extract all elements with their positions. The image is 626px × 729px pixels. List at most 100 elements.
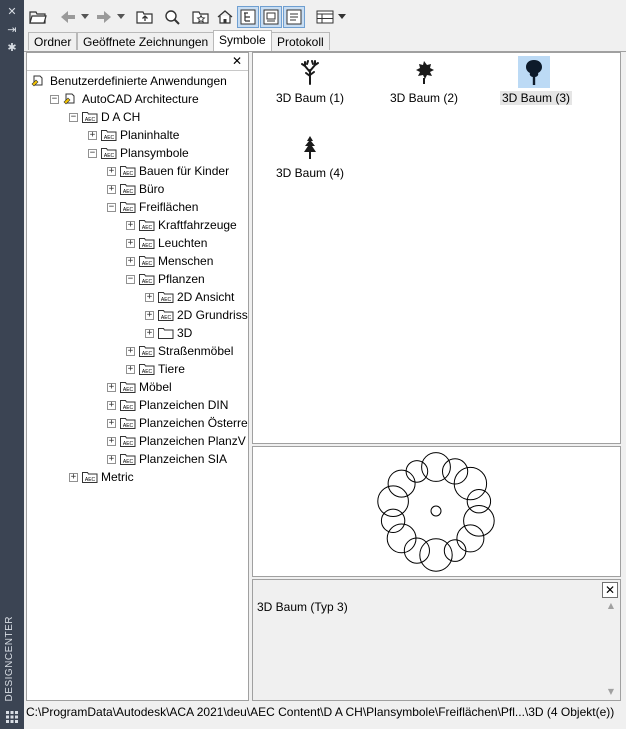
expand-icon[interactable]: + bbox=[107, 400, 116, 410]
symbol-item[interactable]: 3D Baum (4) bbox=[262, 130, 358, 188]
expand-icon[interactable]: + bbox=[107, 454, 116, 464]
auto-hide-icon[interactable]: ⇥ bbox=[5, 24, 19, 36]
expand-icon[interactable]: + bbox=[126, 256, 135, 266]
svg-text:AEC: AEC bbox=[123, 459, 134, 465]
tree-item-label: Benutzerdefinierte Anwendungen bbox=[50, 74, 227, 88]
tree-item[interactable]: + AEC Planzeichen PlanzV 90 bbox=[107, 432, 248, 450]
tree-item[interactable]: + AEC Möbel bbox=[107, 378, 172, 396]
aec-folder-icon: AEC bbox=[120, 184, 136, 195]
views-dropdown[interactable] bbox=[336, 6, 348, 28]
collapse-icon[interactable]: − bbox=[69, 112, 78, 122]
expand-icon[interactable]: + bbox=[126, 364, 135, 374]
collapse-icon[interactable]: − bbox=[50, 94, 59, 104]
tree-item[interactable]: Benutzerdefinierte Anwendungen bbox=[31, 72, 227, 90]
expand-icon[interactable]: + bbox=[145, 310, 154, 320]
tab-geoeffnete-zeichnungen[interactable]: Geöffnete Zeichnungen bbox=[77, 32, 215, 50]
tree-plan-preview bbox=[377, 452, 495, 572]
tab-protokoll[interactable]: Protokoll bbox=[271, 32, 330, 50]
tab-bar: Ordner Geöffnete Zeichnungen Symbole Pro… bbox=[24, 30, 626, 52]
views-button[interactable] bbox=[314, 6, 336, 28]
tree-item[interactable]: − AEC Pflanzen bbox=[126, 270, 205, 288]
expand-icon[interactable]: + bbox=[107, 436, 116, 446]
expand-icon[interactable]: + bbox=[107, 418, 116, 428]
tree-item[interactable]: + AEC Planzeichen Österreich bbox=[107, 414, 248, 432]
tree-item[interactable]: + AEC Leuchten bbox=[126, 234, 207, 252]
tree-item[interactable]: + AEC 2D Ansicht bbox=[145, 288, 234, 306]
up-button[interactable] bbox=[134, 6, 156, 28]
forward-button[interactable] bbox=[93, 6, 115, 28]
collapse-icon[interactable]: − bbox=[107, 202, 116, 212]
svg-text:AEC: AEC bbox=[123, 171, 134, 177]
tree-item[interactable]: + AEC Bauen für Kinder bbox=[107, 162, 229, 180]
tree-item[interactable]: + AEC Metric bbox=[69, 468, 134, 486]
expand-icon[interactable]: + bbox=[145, 292, 154, 302]
close-palette-icon[interactable]: ✕ bbox=[5, 6, 19, 18]
svg-text:AEC: AEC bbox=[142, 369, 153, 375]
svg-text:AEC: AEC bbox=[123, 207, 134, 213]
aec-folder-icon: AEC bbox=[139, 274, 155, 285]
expand-icon[interactable]: + bbox=[88, 130, 97, 140]
tree-item-label: Büro bbox=[139, 182, 165, 196]
tree-item[interactable]: − AEC Plansymbole bbox=[88, 144, 189, 162]
expand-icon[interactable]: + bbox=[126, 220, 135, 230]
symbol-item[interactable]: 3D Baum (1) bbox=[262, 55, 358, 113]
home-button[interactable] bbox=[214, 6, 236, 28]
tree-item-label: Bauen für Kinder bbox=[139, 164, 230, 178]
forward-icon bbox=[97, 11, 111, 23]
expand-icon[interactable]: + bbox=[107, 382, 116, 392]
scroll-up-icon[interactable]: ▲ bbox=[606, 602, 616, 610]
back-dropdown[interactable] bbox=[79, 6, 91, 28]
expand-icon[interactable]: + bbox=[107, 184, 116, 194]
tree-item[interactable]: + AEC Kraftfahrzeuge bbox=[126, 216, 237, 234]
tree-item-label: Plansymbole bbox=[120, 146, 189, 160]
tree-item[interactable]: + AEC Planinhalte bbox=[88, 126, 179, 144]
expand-icon[interactable]: + bbox=[126, 346, 135, 356]
tree-view-toggle-button[interactable] bbox=[237, 6, 259, 28]
folder-icon bbox=[158, 328, 174, 339]
tree-close-icon[interactable]: ✕ bbox=[230, 54, 244, 68]
tree-item[interactable]: − AutoCAD Architecture bbox=[50, 90, 199, 108]
expand-icon[interactable]: + bbox=[145, 328, 154, 338]
scroll-down-icon[interactable]: ▼ bbox=[606, 688, 616, 696]
tab-symbole[interactable]: Symbole bbox=[213, 30, 272, 51]
load-icon bbox=[29, 11, 47, 24]
up-icon bbox=[136, 11, 153, 24]
folder-tree[interactable]: ✕ Benutzerdefinierte Anwendungen − AutoCAD… bbox=[26, 52, 249, 701]
tree-item[interactable]: − AEC Freiflächen bbox=[107, 198, 198, 216]
collapse-icon[interactable]: − bbox=[126, 274, 135, 284]
forward-dropdown[interactable] bbox=[115, 6, 127, 28]
search-button[interactable] bbox=[161, 6, 183, 28]
load-button[interactable] bbox=[27, 6, 49, 28]
tree-item[interactable]: − AEC D A CH bbox=[69, 108, 140, 126]
tree-item[interactable]: + AEC Straßenmöbel bbox=[126, 342, 233, 360]
palette-title: DESIGNCENTER bbox=[4, 615, 15, 701]
expand-icon[interactable]: + bbox=[107, 166, 116, 176]
tree-item[interactable]: + AEC 2D Grundriss bbox=[145, 306, 248, 324]
aec-folder-icon: AEC bbox=[82, 472, 98, 483]
properties-icon[interactable]: ✱ bbox=[5, 42, 19, 54]
back-button[interactable] bbox=[57, 6, 79, 28]
description-close-icon[interactable]: ✕ bbox=[602, 582, 618, 598]
tree-item[interactable]: + AEC Tiere bbox=[126, 360, 185, 378]
aec-folder-icon: AEC bbox=[120, 202, 136, 213]
preview-toggle-button[interactable] bbox=[260, 6, 282, 28]
tree-item[interactable]: + AEC Büro bbox=[107, 180, 164, 198]
palette-grip-icon[interactable] bbox=[5, 710, 19, 724]
palette-title-bar[interactable]: ✕ ⇥ ✱ DESIGNCENTER bbox=[0, 0, 24, 729]
tree-item[interactable]: +3D bbox=[145, 324, 192, 342]
symbol-item[interactable]: 3D Baum (3) bbox=[490, 55, 586, 113]
symbol-list[interactable]: 3D Baum (1) 3D Baum (2) 3D Baum (3) 3D B… bbox=[252, 52, 621, 444]
symbol-item[interactable]: 3D Baum (2) bbox=[376, 55, 472, 113]
tree-item[interactable]: + AEC Menschen bbox=[126, 252, 213, 270]
tree-item[interactable]: + AEC Planzeichen DIN bbox=[107, 396, 228, 414]
favorites-button[interactable] bbox=[190, 6, 212, 28]
expand-icon[interactable]: + bbox=[69, 472, 78, 482]
tree-item-label: 2D Grundriss bbox=[177, 308, 248, 322]
collapse-icon[interactable]: − bbox=[88, 148, 97, 158]
tab-ordner[interactable]: Ordner bbox=[28, 32, 78, 50]
tree-item[interactable]: + AEC Planzeichen SIA bbox=[107, 450, 227, 468]
aec-folder-icon: AEC bbox=[158, 292, 174, 303]
expand-icon[interactable]: + bbox=[126, 238, 135, 248]
svg-text:AEC: AEC bbox=[142, 351, 153, 357]
description-toggle-button[interactable] bbox=[283, 6, 305, 28]
